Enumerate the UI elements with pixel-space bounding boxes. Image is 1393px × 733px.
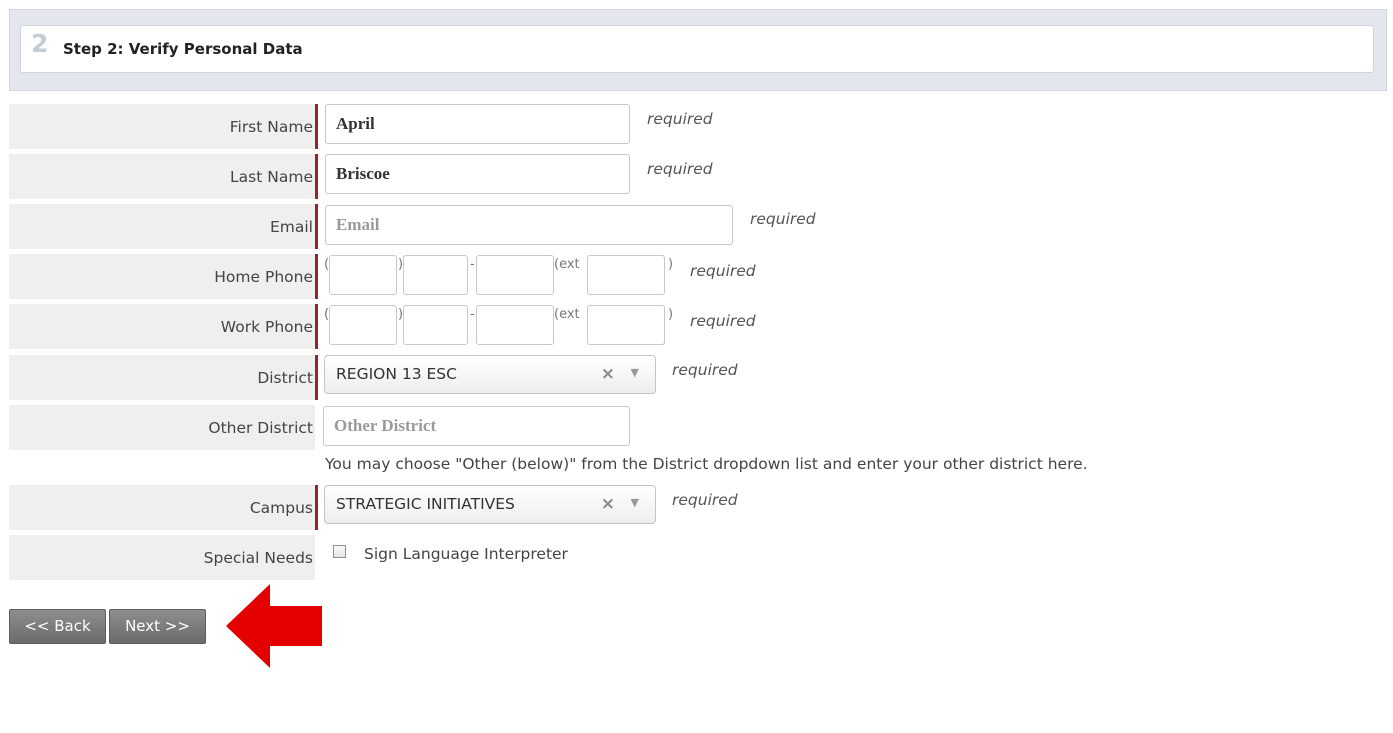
dash: -	[470, 257, 475, 272]
campus-selected-value: STRATEGIC INITIATIVES	[336, 495, 515, 513]
work-phone-prefix[interactable]	[403, 305, 468, 345]
sign-language-checkbox[interactable]	[333, 545, 346, 558]
work-phone-required: required	[690, 312, 756, 330]
step-number: 2	[31, 29, 49, 58]
first-name-row: First Name April required	[9, 104, 1309, 149]
ext-close: )	[668, 257, 674, 272]
sign-language-label[interactable]: Sign Language Interpreter	[364, 545, 568, 563]
home-phone-line[interactable]	[476, 255, 554, 295]
required-indicator	[315, 104, 318, 149]
home-phone-label: Home Phone	[9, 254, 315, 299]
next-button[interactable]: Next >>	[109, 609, 206, 644]
last-name-label: Last Name	[9, 154, 315, 199]
other-district-label: Other District	[9, 405, 315, 450]
arrow-shape	[226, 584, 322, 668]
work-phone-area-code[interactable]	[329, 305, 397, 345]
work-phone-line[interactable]	[476, 305, 554, 345]
required-indicator	[315, 304, 318, 349]
home-phone-required: required	[690, 262, 756, 280]
last-name-required: required	[647, 160, 713, 178]
campus-required: required	[672, 491, 738, 509]
last-name-input[interactable]: Briscoe	[325, 154, 630, 194]
red-arrow-annotation	[226, 584, 322, 668]
work-phone-label: Work Phone	[9, 304, 315, 349]
email-row: Email Email required	[9, 204, 1309, 249]
district-label: District	[9, 355, 315, 400]
other-district-row: Other District Other District	[9, 405, 1309, 450]
other-district-input[interactable]: Other District	[323, 406, 630, 446]
ext-label: (ext	[554, 257, 580, 272]
special-needs-row: Special Needs	[9, 535, 1309, 580]
district-selected-value: REGION 13 ESC	[336, 365, 457, 383]
campus-label: Campus	[9, 485, 315, 530]
email-required: required	[750, 210, 816, 228]
first-name-label: First Name	[9, 104, 315, 149]
campus-select[interactable]: STRATEGIC INITIATIVES × ▼	[324, 485, 656, 524]
campus-row: Campus STRATEGIC INITIATIVES × ▼ require…	[9, 485, 1309, 530]
special-needs-label: Special Needs	[9, 535, 315, 580]
step-title: Step 2: Verify Personal Data	[63, 40, 303, 58]
first-name-input[interactable]: April	[325, 104, 630, 144]
district-required: required	[672, 361, 738, 379]
step-header: 2 Step 2: Verify Personal Data	[9, 9, 1387, 91]
home-phone-row: Home Phone ( ) - (ext ) required	[9, 254, 1309, 299]
clear-icon[interactable]: ×	[601, 494, 615, 514]
required-indicator	[315, 254, 318, 299]
email-label: Email	[9, 204, 315, 249]
other-district-hint: You may choose "Other (below)" from the …	[325, 455, 1088, 473]
first-name-required: required	[647, 110, 713, 128]
district-row: District REGION 13 ESC × ▼ required	[9, 355, 1309, 400]
ext-close: )	[668, 307, 674, 322]
work-phone-ext[interactable]	[587, 305, 665, 345]
home-phone-prefix[interactable]	[403, 255, 468, 295]
ext-label: (ext	[554, 307, 580, 322]
dash: -	[470, 307, 475, 322]
required-indicator	[315, 485, 318, 530]
required-indicator	[315, 154, 318, 199]
district-select[interactable]: REGION 13 ESC × ▼	[324, 355, 656, 394]
home-phone-ext[interactable]	[587, 255, 665, 295]
back-button[interactable]: << Back	[9, 609, 106, 644]
required-indicator	[315, 204, 318, 249]
step-title-box: 2 Step 2: Verify Personal Data	[20, 25, 1374, 73]
chevron-down-icon[interactable]: ▼	[631, 496, 639, 509]
email-input[interactable]: Email	[325, 205, 733, 245]
required-indicator	[315, 355, 318, 400]
last-name-row: Last Name Briscoe required	[9, 154, 1309, 199]
home-phone-area-code[interactable]	[329, 255, 397, 295]
work-phone-row: Work Phone ( ) - (ext ) required	[9, 304, 1309, 349]
clear-icon[interactable]: ×	[601, 364, 615, 384]
chevron-down-icon[interactable]: ▼	[631, 366, 639, 379]
